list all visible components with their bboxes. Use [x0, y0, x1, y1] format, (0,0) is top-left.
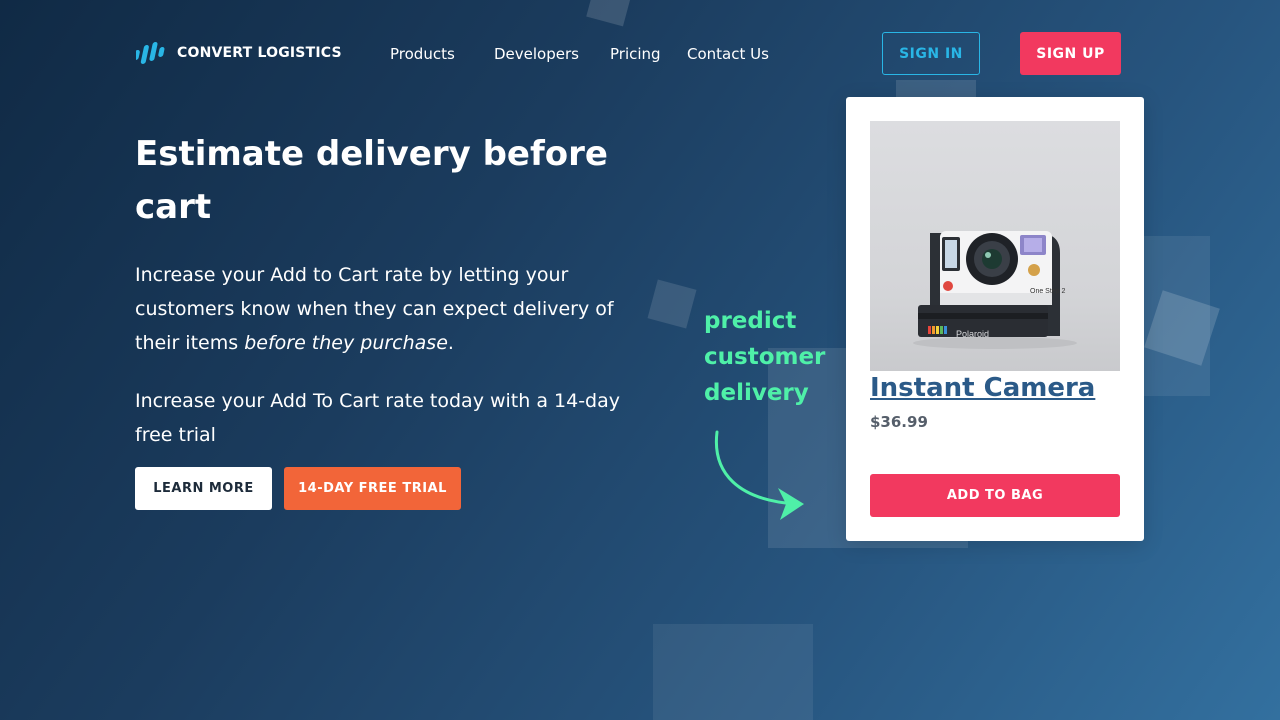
nav-item-pricing[interactable]: Pricing	[610, 45, 661, 63]
hero-trial-text: Increase your Add To Cart rate today wit…	[135, 390, 620, 446]
nav-item-developers[interactable]: Developers	[494, 45, 579, 63]
add-to-bag-button[interactable]: ADD TO BAG	[870, 474, 1120, 517]
sign-up-button[interactable]: SIGN UP	[1020, 32, 1121, 75]
predict-delivery-annotation: predict customer delivery	[704, 308, 826, 406]
nav-item-contact-us[interactable]: Contact Us	[687, 45, 769, 63]
camera-model-label: One Step 2	[1030, 288, 1066, 295]
nav-item-products[interactable]: Products	[390, 45, 455, 63]
hero-description: Increase your Add to Cart rate by lettin…	[135, 258, 625, 360]
product-photo: One Step 2 Polaroid	[870, 121, 1120, 371]
brand-name: CONVERT LOGISTICS	[177, 45, 342, 61]
curved-arrow-icon	[714, 430, 804, 520]
decor-square	[647, 279, 697, 329]
free-trial-button[interactable]: 14-DAY FREE TRIAL	[284, 467, 461, 510]
hero-description-emphasis: before they purchase	[244, 332, 448, 354]
product-price: $36.99	[870, 413, 928, 431]
sign-in-button[interactable]: SIGN IN	[882, 32, 980, 75]
bars-logo-icon	[136, 42, 165, 64]
hero-title: Estimate delivery before cart	[135, 134, 608, 227]
decor-square	[653, 624, 813, 720]
learn-more-button[interactable]: LEARN MORE	[135, 467, 272, 510]
product-name-link[interactable]: Instant Camera	[870, 373, 1095, 403]
camera-brand-label: Polaroid	[956, 329, 989, 339]
camera-photo: One Step 2 Polaroid	[913, 231, 1077, 349]
hero-description-end: .	[447, 332, 454, 354]
product-card: One Step 2 Polaroid Instant Camera $36.9…	[846, 97, 1144, 541]
brand-logo-link[interactable]: CONVERT LOGISTICS	[136, 42, 342, 64]
decor-square	[586, 0, 632, 27]
